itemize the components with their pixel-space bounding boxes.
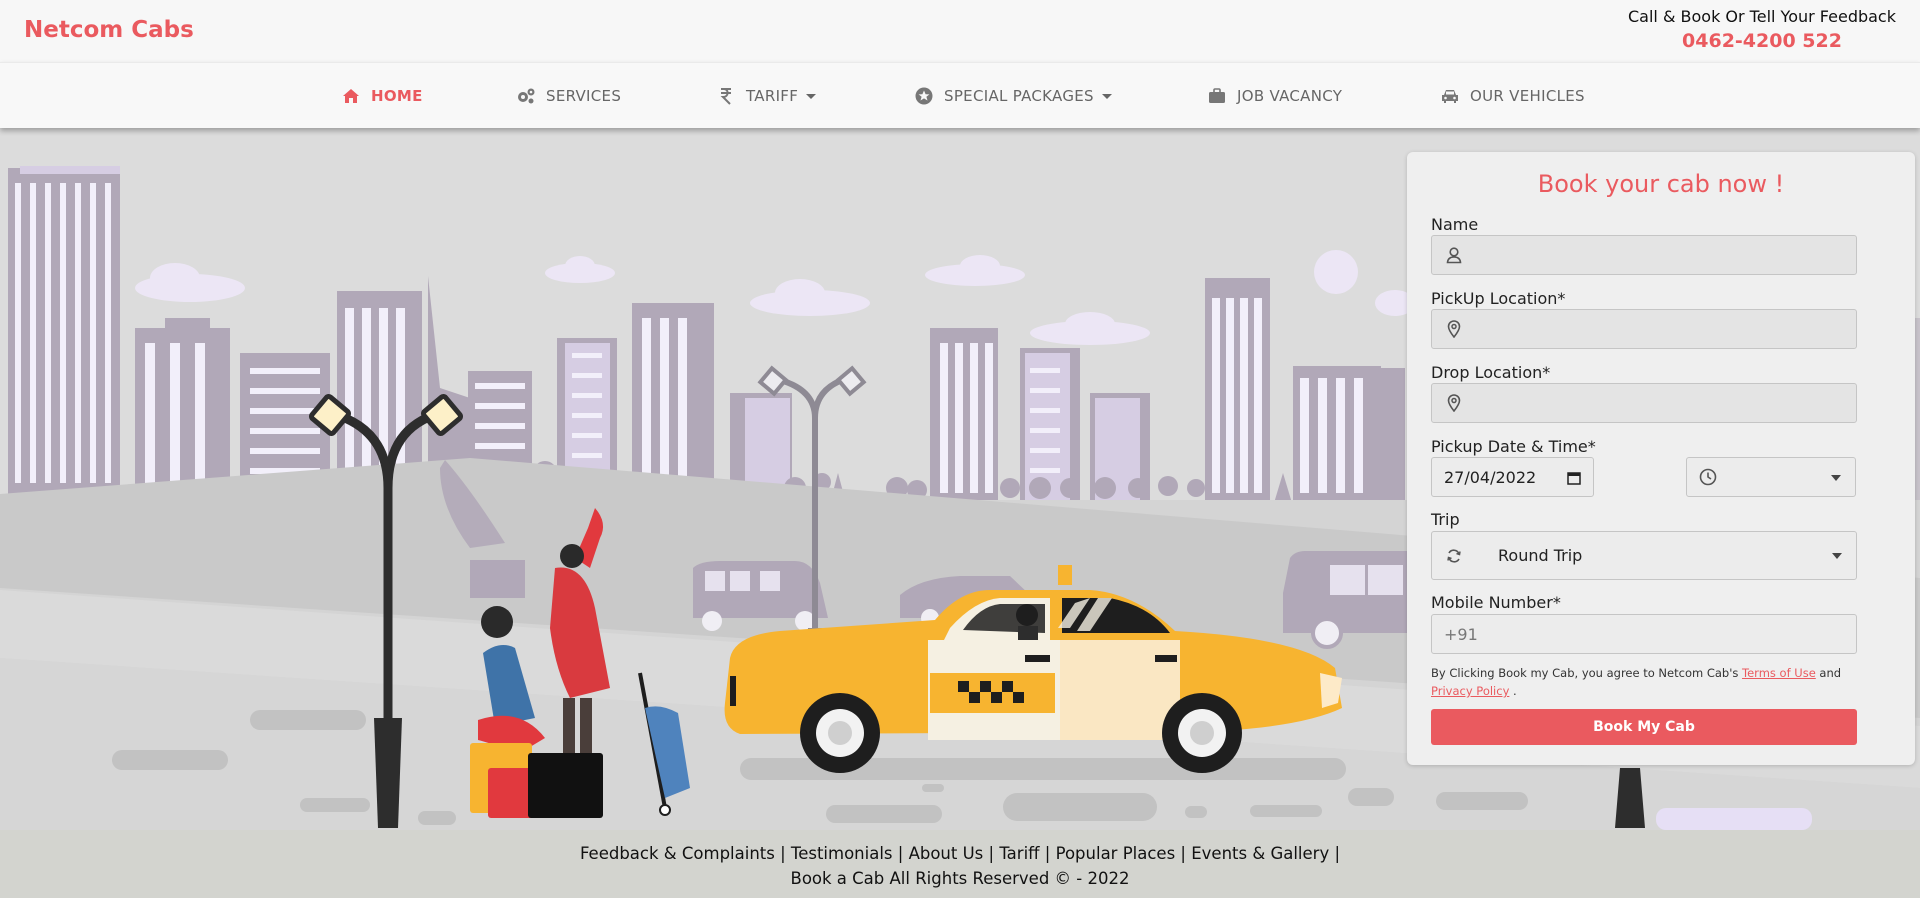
date-value: 27/04/2022 bbox=[1444, 467, 1537, 487]
nav-label: SPECIAL PACKAGES bbox=[944, 87, 1094, 105]
cogs-icon bbox=[516, 87, 536, 105]
rupee-icon bbox=[716, 87, 736, 105]
briefcase-icon bbox=[1207, 87, 1227, 105]
drop-field[interactable] bbox=[1431, 383, 1857, 423]
separator: | bbox=[1039, 844, 1056, 863]
chevron-down-icon bbox=[1101, 93, 1112, 99]
drop-label: Drop Location* bbox=[1431, 363, 1551, 382]
privacy-policy-link[interactable]: Privacy Policy bbox=[1431, 684, 1509, 698]
footer-link-feedback[interactable]: Feedback & Complaints bbox=[580, 844, 775, 863]
separator: | bbox=[1329, 844, 1341, 863]
footer-links: Feedback & Complaints | Testimonials | A… bbox=[0, 841, 1920, 866]
terms-text: By Clicking Book my Cab, you agree to Ne… bbox=[1431, 664, 1871, 700]
star-icon bbox=[914, 87, 934, 105]
pickup-date-input[interactable]: 27/04/2022 bbox=[1431, 457, 1594, 497]
book-my-cab-button[interactable]: Book My Cab bbox=[1431, 709, 1857, 745]
footer-link-about-us[interactable]: About Us bbox=[909, 844, 984, 863]
booking-title: Book your cab now ! bbox=[1537, 170, 1785, 198]
nav-item-tariff[interactable]: TARIFF bbox=[716, 87, 817, 105]
nav-item-home[interactable]: HOME bbox=[341, 87, 423, 105]
home-icon bbox=[341, 87, 361, 105]
nav-label: SERVICES bbox=[546, 87, 622, 105]
mobile-field[interactable] bbox=[1431, 614, 1857, 654]
main-nav: HOME SERVICES TARIFF SPECIAL PACKAGES JO… bbox=[0, 62, 1920, 128]
pickup-time-select[interactable] bbox=[1686, 457, 1856, 497]
booking-form: Book your cab now ! Name PickUp Location… bbox=[1407, 152, 1915, 765]
hero-illustration: Book your cab now ! Name PickUp Location… bbox=[0, 128, 1920, 830]
name-label: Name bbox=[1431, 215, 1479, 234]
separator: | bbox=[774, 844, 791, 863]
footer-link-testimonials[interactable]: Testimonials bbox=[791, 844, 893, 863]
nav-item-our-vehicles[interactable]: OUR VEHICLES bbox=[1440, 87, 1585, 105]
name-field[interactable] bbox=[1431, 235, 1857, 275]
terms-and: and bbox=[1815, 666, 1842, 680]
phone-number[interactable]: 0462-4200 522 bbox=[1628, 30, 1896, 52]
user-icon bbox=[1446, 246, 1462, 264]
separator: | bbox=[1175, 844, 1192, 863]
footer-link-tariff[interactable]: Tariff bbox=[999, 844, 1039, 863]
chevron-down-icon bbox=[806, 93, 817, 99]
chevron-down-icon bbox=[1831, 475, 1841, 481]
contact-line: Call & Book Or Tell Your Feedback bbox=[1628, 7, 1896, 26]
sync-icon bbox=[1446, 547, 1462, 565]
mobile-label: Mobile Number* bbox=[1431, 593, 1561, 612]
map-pin-icon bbox=[1446, 320, 1462, 338]
nav-item-special-packages[interactable]: SPECIAL PACKAGES bbox=[914, 87, 1112, 105]
chevron-down-icon bbox=[1832, 553, 1842, 559]
nav-item-services[interactable]: SERVICES bbox=[516, 87, 621, 105]
contact-info: Call & Book Or Tell Your Feedback 0462-4… bbox=[1628, 7, 1896, 52]
separator: | bbox=[892, 844, 909, 863]
separator: | bbox=[983, 844, 1000, 863]
footer-link-events-gallery[interactable]: Events & Gallery bbox=[1191, 844, 1329, 863]
pickup-field[interactable] bbox=[1431, 309, 1857, 349]
nav-label: OUR VEHICLES bbox=[1470, 87, 1585, 105]
terms-suffix: . bbox=[1509, 684, 1517, 698]
top-bar: Netcom Cabs Call & Book Or Tell Your Fee… bbox=[0, 0, 1920, 62]
footer: Feedback & Complaints | Testimonials | A… bbox=[0, 830, 1920, 898]
name-input[interactable] bbox=[1476, 245, 1836, 265]
copyright: Book a Cab All Rights Reserved © - 2022 bbox=[790, 869, 1130, 888]
trip-value: Round Trip bbox=[1498, 546, 1583, 565]
trip-label: Trip bbox=[1431, 510, 1460, 529]
datetime-label: Pickup Date & Time* bbox=[1431, 437, 1596, 456]
calendar-icon[interactable] bbox=[1567, 470, 1581, 489]
mobile-input[interactable] bbox=[1444, 625, 1844, 644]
pickup-label: PickUp Location* bbox=[1431, 289, 1566, 308]
nav-item-job-vacancy[interactable]: JOB VACANCY bbox=[1207, 87, 1342, 105]
drop-input[interactable] bbox=[1476, 393, 1836, 413]
trip-select[interactable]: Round Trip bbox=[1431, 531, 1857, 580]
clock-icon bbox=[1699, 468, 1717, 486]
brand-logo[interactable]: Netcom Cabs bbox=[24, 17, 194, 43]
map-pin-icon bbox=[1446, 394, 1462, 412]
nav-label: TARIFF bbox=[746, 87, 799, 105]
nav-label: HOME bbox=[371, 87, 423, 105]
footer-link-popular-places[interactable]: Popular Places bbox=[1056, 844, 1176, 863]
car-icon bbox=[1440, 87, 1460, 105]
nav-label: JOB VACANCY bbox=[1237, 87, 1343, 105]
terms-prefix: By Clicking Book my Cab, you agree to Ne… bbox=[1431, 666, 1743, 680]
terms-of-use-link[interactable]: Terms of Use bbox=[1742, 666, 1816, 680]
pickup-input[interactable] bbox=[1476, 319, 1836, 339]
